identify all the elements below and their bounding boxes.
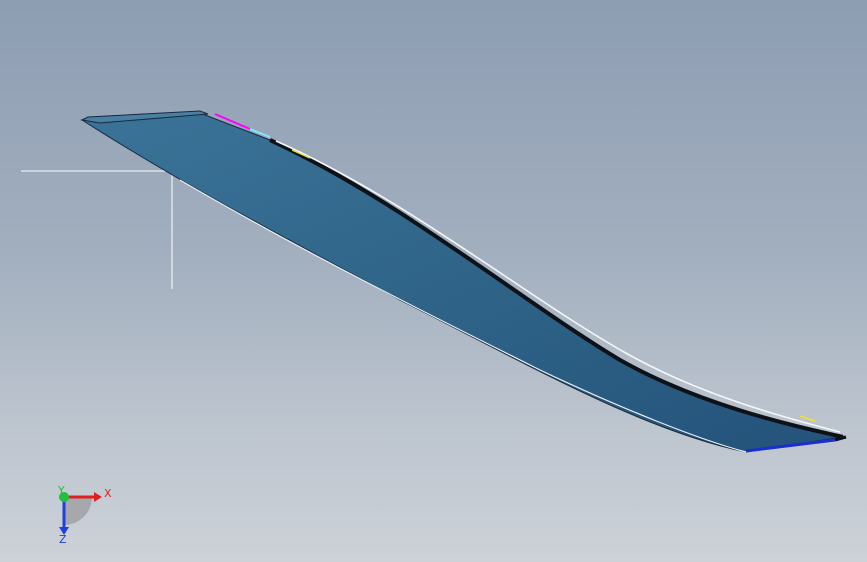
triad-shade	[64, 497, 92, 525]
curved-surface[interactable]	[80, 112, 844, 453]
x-axis-arrow	[94, 492, 102, 502]
z-axis-label: Z	[59, 533, 67, 546]
edge-yellow-end	[799, 415, 816, 422]
upper-rim-dark	[269, 138, 844, 439]
reference-lines	[21, 170, 173, 289]
viewport-canvas[interactable]: X Y Z	[0, 0, 867, 562]
3d-viewport[interactable]: X Y Z	[0, 0, 867, 562]
x-axis-label: X	[104, 487, 112, 500]
y-axis-label: Y	[57, 484, 65, 497]
coordinate-triad: X Y Z	[57, 484, 112, 546]
upper-rim-highlight	[275, 140, 841, 433]
model-part[interactable]	[80, 110, 847, 453]
